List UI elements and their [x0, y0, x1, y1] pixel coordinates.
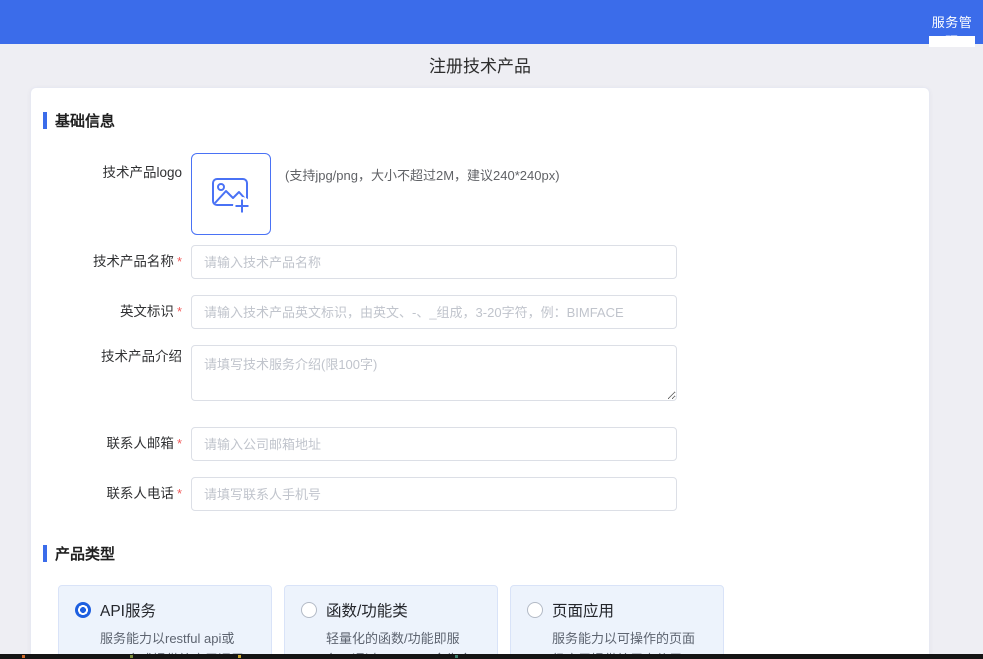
section-title-text: 产品类型: [55, 543, 115, 564]
section-header-basic-info: 基础信息: [43, 110, 899, 131]
english-code-input[interactable]: [191, 295, 677, 329]
product-intro-label-text: 技术产品介绍: [101, 349, 182, 364]
required-asterisk: *: [177, 436, 182, 451]
taskbar-speck: [130, 655, 133, 658]
product-type-head: 页面应用: [527, 599, 707, 621]
product-type-title: 页面应用: [552, 599, 614, 621]
form-row-contact-phone: 联系人电话*: [43, 477, 899, 511]
product-intro-label: 技术产品介绍: [43, 345, 191, 367]
logo-upload-button[interactable]: [191, 153, 271, 235]
contact-phone-label-text: 联系人电话: [106, 486, 174, 501]
contact-phone-input[interactable]: [191, 477, 677, 511]
section-title-text: 基础信息: [55, 110, 115, 131]
nav-tab-service-management[interactable]: 服务管理: [926, 0, 978, 44]
section-header-product-type: 产品类型: [43, 543, 899, 564]
radio-button-function-class[interactable]: [301, 602, 317, 618]
product-type-card-api[interactable]: API服务 服务能力以restful api或SDK方式提供给应用调用使用。: [58, 585, 272, 659]
contact-email-label-text: 联系人邮箱: [106, 436, 174, 451]
required-asterisk: *: [177, 254, 182, 269]
section-accent-bar: [43, 545, 47, 562]
form-row-product-name: 技术产品名称*: [43, 245, 899, 279]
taskbar-edge-strip: [0, 654, 983, 659]
product-name-input[interactable]: [191, 245, 677, 279]
logo-field-label: 技术产品logo: [43, 153, 191, 183]
product-intro-textarea[interactable]: [191, 345, 677, 401]
form-row-product-intro: 技术产品介绍: [43, 345, 899, 401]
english-code-label-text: 英文标识: [120, 304, 174, 319]
product-name-label-text: 技术产品名称: [93, 254, 174, 269]
contact-email-label: 联系人邮箱*: [43, 427, 191, 461]
product-type-title: 函数/功能类: [326, 599, 408, 621]
product-type-card-function[interactable]: 函数/功能类 轻量化的函数/功能即服务，通过AECORE全生命周期托管解决服务化…: [284, 585, 498, 659]
product-type-head: 函数/功能类: [301, 599, 481, 621]
radio-button-page-app[interactable]: [527, 602, 543, 618]
logo-label-text: 技术产品logo: [102, 165, 182, 180]
taskbar-speck: [455, 655, 458, 658]
form-row-logo: 技术产品logo (支持jpg/png，大小不超过2M，建议240*240px): [43, 153, 899, 235]
section-accent-bar: [43, 112, 47, 129]
active-tab-indicator: [929, 36, 975, 47]
form-row-contact-email: 联系人邮箱*: [43, 427, 899, 461]
product-name-label: 技术产品名称*: [43, 245, 191, 279]
required-asterisk: *: [177, 304, 182, 319]
top-navigation-bar: 服务管理: [0, 0, 983, 44]
product-type-options: API服务 服务能力以restful api或SDK方式提供给应用调用使用。 函…: [58, 585, 899, 659]
product-type-card-page-app[interactable]: 页面应用 服务能力以可操作的页面级应用提供给用户使用: [510, 585, 724, 659]
product-type-title: API服务: [100, 599, 156, 621]
radio-button-api-service[interactable]: [75, 602, 91, 618]
contact-phone-label: 联系人电话*: [43, 477, 191, 511]
page-title: 注册技术产品: [30, 52, 930, 77]
contact-email-input[interactable]: [191, 427, 677, 461]
form-row-english-code: 英文标识*: [43, 295, 899, 329]
image-add-icon: [208, 172, 254, 216]
logo-upload-hint: (支持jpg/png，大小不超过2M，建议240*240px): [285, 165, 560, 184]
section-product-type: 产品类型 API服务 服务能力以restful api或SDK方式提供给应用调用…: [43, 543, 899, 659]
taskbar-speck: [22, 655, 25, 658]
product-type-head: API服务: [75, 599, 255, 621]
required-asterisk: *: [177, 486, 182, 501]
english-code-label: 英文标识*: [43, 295, 191, 329]
registration-form-card: 基础信息 技术产品logo (支持jpg/png，大小不超过2M，建议240*2…: [30, 87, 930, 659]
taskbar-speck: [238, 655, 241, 658]
